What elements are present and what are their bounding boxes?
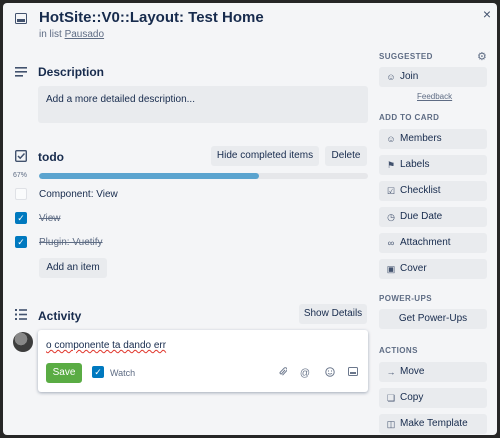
cover-icon: ▣ bbox=[386, 264, 396, 274]
sidebar-button-label: Due Date bbox=[400, 211, 443, 222]
join-label: Join bbox=[400, 71, 419, 82]
checklist-icon bbox=[14, 149, 28, 165]
description-input[interactable]: Add a more detailed description... bbox=[38, 86, 368, 123]
copy-button[interactable]: ❏ Copy bbox=[379, 388, 487, 408]
card-title[interactable]: HotSite::V0::Layout: Test Home bbox=[39, 9, 264, 26]
checklist-button[interactable]: ☑ Checklist bbox=[379, 181, 487, 201]
join-button[interactable]: ☺ Join bbox=[379, 67, 487, 87]
members-button[interactable]: ☺ Members bbox=[379, 129, 487, 149]
sidebar-button-label: Members bbox=[400, 133, 442, 144]
feedback-link[interactable]: Feedback bbox=[417, 92, 452, 101]
comment-composer: o componente ta dando err Save ✓ Watch @ bbox=[38, 330, 368, 392]
card-icon bbox=[14, 13, 28, 27]
save-comment-button[interactable]: Save bbox=[46, 363, 82, 383]
activity-icon bbox=[14, 309, 28, 323]
description-icon bbox=[14, 66, 28, 80]
sidebar-button-label: Make Template bbox=[400, 418, 468, 429]
sidebar-button-label: Checklist bbox=[400, 185, 441, 196]
activity-heading: Activity bbox=[38, 309, 82, 323]
suggested-heading: SUGGESTED bbox=[379, 52, 433, 61]
comment-text: o componente ta dando err bbox=[46, 340, 167, 351]
checklist-icon: ☑ bbox=[386, 186, 396, 196]
checklist-item-label[interactable]: Component: View bbox=[39, 189, 118, 200]
checklist-item-label[interactable]: View bbox=[39, 213, 61, 224]
clock-icon: ◷ bbox=[387, 212, 395, 222]
due-date-button[interactable]: ◷ Due Date bbox=[379, 207, 487, 227]
template-icon: ◫ bbox=[386, 419, 396, 429]
sidebar-button-label: Move bbox=[400, 366, 425, 377]
attachment-button[interactable]: ∞ Attachment bbox=[379, 233, 487, 253]
paperclip-icon: ∞ bbox=[387, 238, 395, 248]
close-icon[interactable]: × bbox=[479, 6, 495, 22]
show-details-button[interactable]: Show Details bbox=[299, 304, 367, 324]
sidebar-button-label: Labels bbox=[400, 159, 430, 170]
sidebar-button-label: Copy bbox=[400, 392, 424, 403]
cover-button[interactable]: ▣ Cover bbox=[379, 259, 487, 279]
checklist-item-checkbox[interactable]: ✓ bbox=[15, 212, 27, 224]
sidebar-button-label: Cover bbox=[400, 263, 427, 274]
add-to-card-heading: ADD TO CARD bbox=[379, 113, 440, 122]
avatar[interactable] bbox=[13, 332, 33, 352]
checklist-progress-percent: 67% bbox=[13, 172, 28, 179]
checklist-item-checkbox[interactable]: ✓ bbox=[15, 236, 27, 248]
actions-heading: ACTIONS bbox=[379, 346, 418, 355]
attachment-icon[interactable] bbox=[276, 367, 290, 381]
copy-icon: ❏ bbox=[386, 393, 396, 403]
sidebar-button-label: Attachment bbox=[400, 237, 451, 248]
make-template-button[interactable]: ◫ Make Template bbox=[379, 414, 487, 434]
watch-checkbox[interactable]: ✓ bbox=[92, 366, 104, 378]
mention-icon[interactable]: @ bbox=[298, 367, 312, 381]
labels-button[interactable]: ⚑ Labels bbox=[379, 155, 487, 175]
add-item-button[interactable]: Add an item bbox=[39, 258, 107, 278]
checklist-item-label[interactable]: Plugin: Vuetify bbox=[39, 237, 103, 248]
list-prefix: in list bbox=[39, 29, 62, 40]
hide-completed-button[interactable]: Hide completed items bbox=[211, 146, 319, 166]
arrow-right-icon: → bbox=[386, 367, 396, 377]
checklist-heading[interactable]: todo bbox=[38, 150, 64, 164]
watch-label: Watch bbox=[110, 368, 136, 378]
card-detail-window: HotSite::V0::Layout: Test Home in list P… bbox=[3, 3, 497, 435]
description-heading: Description bbox=[38, 65, 105, 79]
gear-icon[interactable]: ⚙ bbox=[477, 50, 487, 63]
get-powerups-label: Get Power-Ups bbox=[398, 313, 468, 324]
move-button[interactable]: → Move bbox=[379, 362, 487, 382]
powerups-heading: POWER-UPS bbox=[379, 294, 432, 303]
checklist-progress-bar bbox=[39, 173, 368, 179]
tag-icon: ⚑ bbox=[386, 160, 396, 170]
list-link[interactable]: Pausado bbox=[65, 29, 104, 40]
delete-checklist-button[interactable]: Delete bbox=[325, 146, 367, 166]
card-link-icon[interactable] bbox=[346, 367, 360, 381]
person-icon: ☺ bbox=[386, 72, 396, 82]
person-icon: ☺ bbox=[386, 134, 396, 144]
comment-input[interactable]: o componente ta dando err bbox=[46, 340, 166, 351]
emoji-icon[interactable] bbox=[323, 367, 337, 381]
checklist-progress-fill bbox=[39, 173, 260, 179]
get-powerups-button[interactable]: Get Power-Ups bbox=[379, 309, 487, 329]
checklist-item-checkbox[interactable] bbox=[15, 188, 27, 200]
list-breadcrumb: in list Pausado bbox=[39, 29, 104, 40]
